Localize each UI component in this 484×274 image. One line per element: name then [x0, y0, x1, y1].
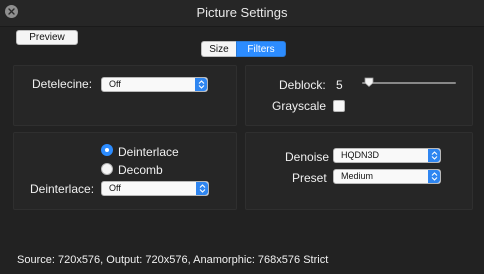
detelecine-select[interactable]: Off: [101, 77, 208, 92]
picture-settings-window: Picture Settings Preview Size Filters De…: [0, 0, 484, 274]
preset-label: Preset: [292, 171, 327, 185]
slider-thumb-icon[interactable]: [364, 77, 374, 87]
view-tabs: Size Filters: [201, 41, 286, 57]
preset-value: Medium: [341, 171, 374, 181]
select-arrows-icon: [195, 78, 207, 91]
deinterlace-radio[interactable]: [101, 144, 113, 156]
grayscale-label: Grayscale: [272, 99, 327, 113]
deinterlace-value: Off: [109, 183, 121, 193]
preset-select[interactable]: Medium: [333, 169, 441, 184]
tab-filters[interactable]: Filters: [236, 41, 286, 57]
deblock-panel: [245, 65, 473, 126]
detelecine-value: Off: [109, 79, 121, 89]
select-arrows-icon: [428, 149, 440, 162]
window-title: Picture Settings: [196, 5, 288, 20]
radio-dot: [105, 148, 109, 152]
tab-size[interactable]: Size: [201, 41, 236, 57]
grayscale-checkbox[interactable]: [333, 100, 345, 112]
status-text: Source: 720x576, Output: 720x576, Anamor…: [17, 254, 329, 266]
title-bar: Picture Settings: [0, 0, 484, 27]
decomb-radio-label: Decomb: [118, 163, 163, 177]
deinterlace-radio-label: Deinterlace: [118, 145, 179, 159]
denoise-value: HQDN3D: [341, 150, 380, 160]
denoise-label: Denoise: [285, 150, 330, 164]
detelecine-panel: [13, 65, 237, 126]
preview-button[interactable]: Preview: [16, 30, 78, 45]
select-arrows-icon: [428, 170, 440, 183]
deinterlace-select[interactable]: Off: [101, 181, 209, 196]
decomb-radio[interactable]: [101, 163, 113, 175]
detelecine-label: Detelecine:: [32, 77, 93, 91]
deblock-label: Deblock:: [279, 78, 326, 92]
deblock-slider[interactable]: [362, 82, 456, 84]
select-arrows-icon: [196, 182, 208, 195]
denoise-select[interactable]: HQDN3D: [333, 148, 441, 163]
deblock-value: 5: [336, 78, 343, 92]
deinterlace-label: Deinterlace:: [30, 182, 95, 196]
